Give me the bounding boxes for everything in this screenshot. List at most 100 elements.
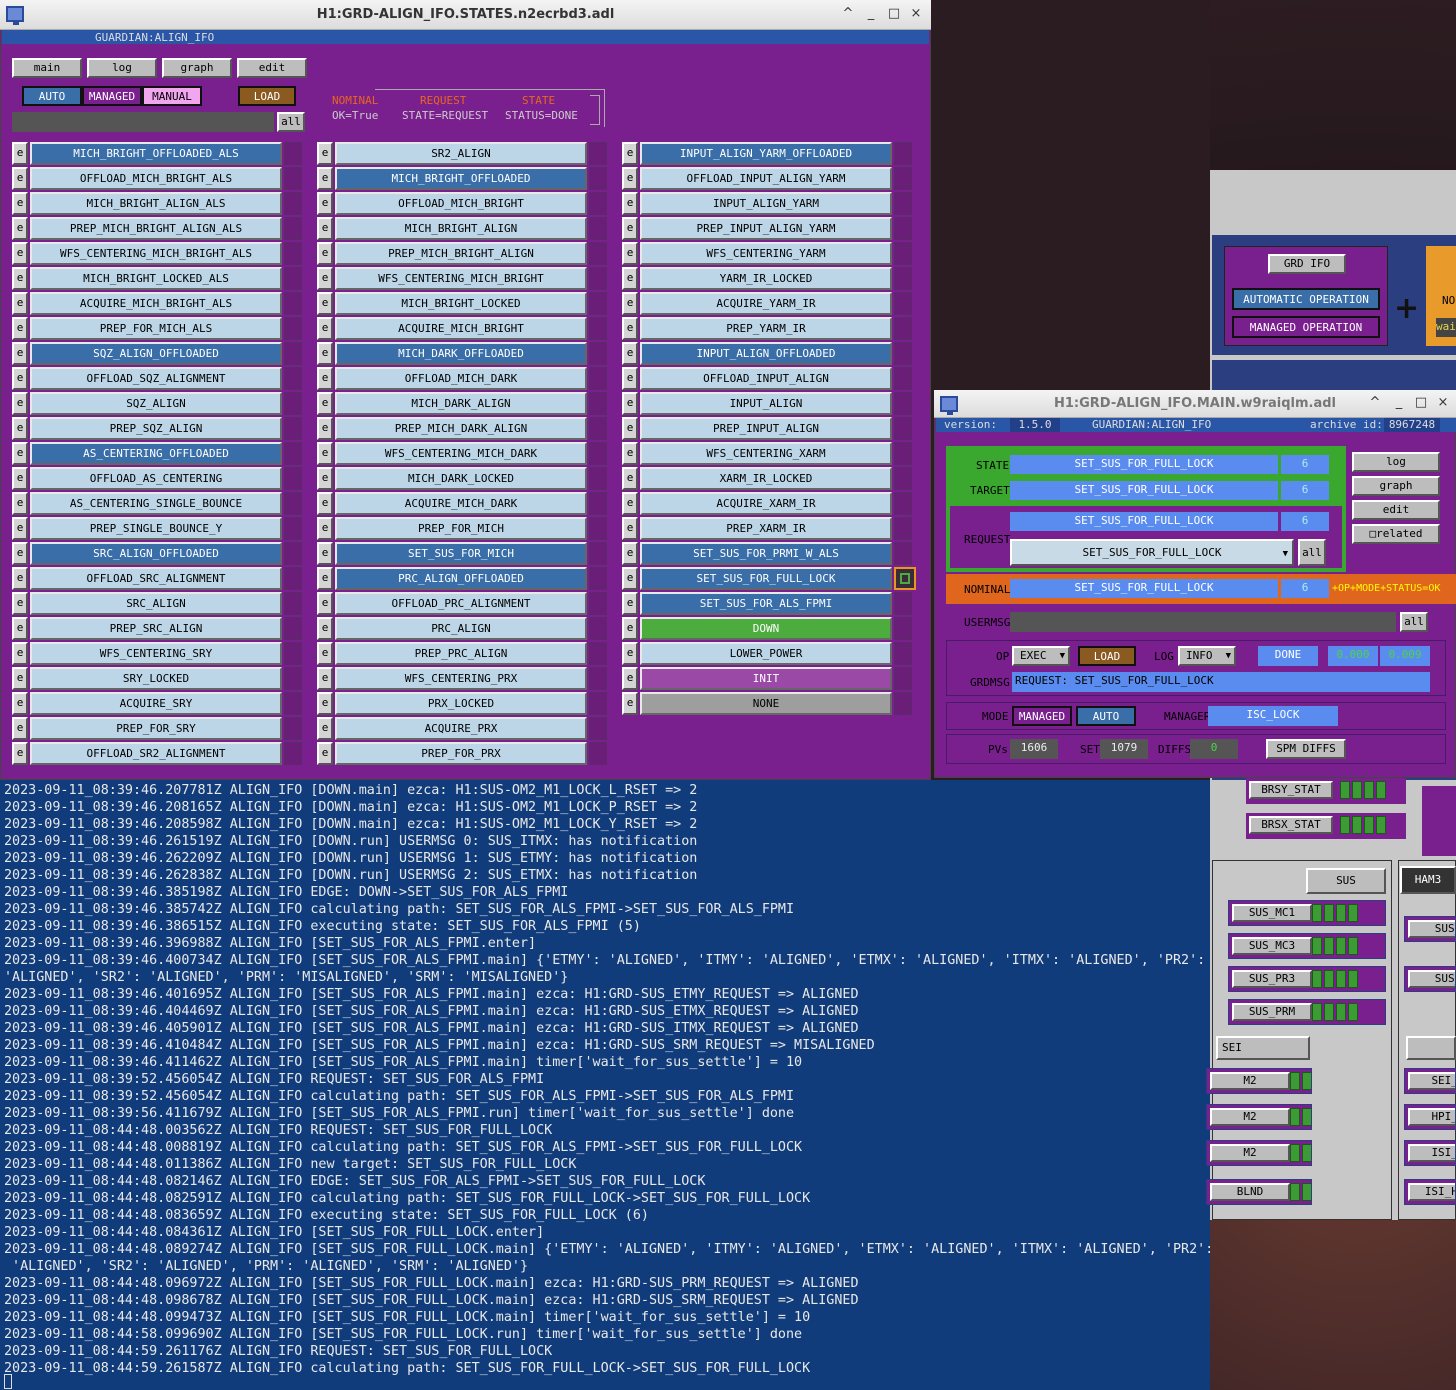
edit-state-button[interactable]: e [12,492,28,515]
state-button[interactable]: OFFLOAD_MICH_BRIGHT_ALS [30,167,282,190]
state-button[interactable]: PREP_MICH_BRIGHT_ALIGN_ALS [30,217,282,240]
sei-h-button[interactable]: SEI_H [1408,1072,1455,1090]
sus-right-2-button[interactable]: SUS_ [1408,970,1455,988]
edit-state-button[interactable]: e [622,367,638,390]
state-button[interactable]: MICH_BRIGHT_OFFLOADED_ALS [30,142,282,165]
request-all-button[interactable]: all [1298,539,1326,566]
edit-state-button[interactable]: e [622,492,638,515]
state-button[interactable]: ACQUIRE_MICH_BRIGHT [335,317,587,340]
edit-state-button[interactable]: e [317,367,333,390]
edit-state-button[interactable]: e [622,167,638,190]
state-button[interactable]: OFFLOAD_MICH_DARK [335,367,587,390]
state-button[interactable]: PREP_FOR_SRY [30,717,282,740]
edit-state-button[interactable]: e [622,467,638,490]
state-button[interactable]: SRC_ALIGN [30,592,282,615]
edit-state-button[interactable]: e [12,342,28,365]
edit-state-button[interactable]: e [622,292,638,315]
log-level-select[interactable]: INFO ▼ [1178,646,1236,666]
state-button[interactable]: PREP_FOR_MICH_ALS [30,317,282,340]
usermsg-all-button[interactable]: all [1400,612,1428,632]
edit-state-button[interactable]: e [622,567,638,590]
edit-state-button[interactable]: e [12,442,28,465]
edit-state-button[interactable]: e [317,567,333,590]
state-button[interactable]: WFS_CENTERING_MICH_BRIGHT_ALS [30,242,282,265]
tab-graph[interactable]: graph [162,58,232,78]
state-button[interactable]: PREP_MICH_BRIGHT_ALIGN [335,242,587,265]
edit-state-button[interactable]: e [12,192,28,215]
edit-state-button[interactable]: e [622,192,638,215]
state-button[interactable]: OFFLOAD_PRC_ALIGNMENT [335,592,587,615]
edit-state-button[interactable]: e [12,717,28,740]
sus-right-1-button[interactable]: SUS_ [1408,920,1455,938]
m2-c-button[interactable]: M2 [1210,1144,1290,1162]
load-button[interactable]: LOAD [238,86,296,106]
close-icon[interactable]: × [1436,396,1450,410]
state-button[interactable]: SET_SUS_FOR_ALS_FPMI [640,592,892,615]
sus-prm-button[interactable]: SUS_PRM [1232,1003,1312,1021]
state-button[interactable]: OFFLOAD_SRC_ALIGNMENT [30,567,282,590]
hpi-h-button[interactable]: HPI_H [1408,1108,1455,1126]
edit-state-button[interactable]: e [317,392,333,415]
isi-ham-button[interactable]: ISI_HAM [1408,1183,1455,1201]
brsx-stat-button[interactable]: BRSX_STAT [1249,816,1333,834]
m2-a-button[interactable]: M2 [1210,1072,1290,1090]
edit-state-button[interactable]: e [12,617,28,640]
edit-state-button[interactable]: e [12,417,28,440]
state-button[interactable]: INIT [640,667,892,690]
state-button[interactable]: MICH_BRIGHT_LOCKED_ALS [30,267,282,290]
op-load-button[interactable]: LOAD [1078,646,1136,666]
all-button[interactable]: all [277,112,305,132]
state-button[interactable]: SR2_ALIGN [335,142,587,165]
state-button[interactable]: AS_CENTERING_SINGLE_BOUNCE [30,492,282,515]
main-edit-button[interactable]: edit [1352,500,1440,520]
minimize-icon[interactable]: _ [1392,396,1406,410]
state-button[interactable]: SQZ_ALIGN_OFFLOADED [30,342,282,365]
state-button[interactable]: PREP_FOR_PRX [335,742,587,765]
edit-state-button[interactable]: e [317,417,333,440]
edit-state-button[interactable]: e [317,742,333,765]
state-button[interactable]: PRC_ALIGN_OFFLOADED [335,567,587,590]
main-related-button[interactable]: □related [1352,524,1440,544]
state-button[interactable]: PREP_INPUT_ALIGN_YARM [640,217,892,240]
mode-managed-button[interactable]: MANAGED [1012,706,1072,726]
state-button[interactable]: OFFLOAD_INPUT_ALIGN [640,367,892,390]
state-button[interactable]: DOWN [640,617,892,640]
state-button[interactable]: ACQUIRE_MICH_DARK [335,492,587,515]
edit-state-button[interactable]: e [622,692,638,715]
main-log-button[interactable]: log [1352,452,1440,472]
edit-state-button[interactable]: e [317,292,333,315]
spm-diffs-button[interactable]: SPM DIFFS [1266,739,1346,759]
edit-state-button[interactable]: e [317,592,333,615]
edit-state-button[interactable]: e [622,592,638,615]
mode-auto-button[interactable]: AUTO [1076,706,1136,726]
main-graph-button[interactable]: graph [1352,476,1440,496]
state-button[interactable]: PREP_PRC_ALIGN [335,642,587,665]
edit-state-button[interactable]: e [12,692,28,715]
state-button[interactable]: MICH_DARK_ALIGN [335,392,587,415]
state-button[interactable]: INPUT_ALIGN [640,392,892,415]
minimize-up-icon[interactable]: ^ [1368,396,1382,410]
tab-main[interactable]: main [12,58,82,78]
edit-state-button[interactable]: e [12,242,28,265]
edit-state-button[interactable]: e [622,142,638,165]
ham3-button[interactable]: HAM3 [1400,866,1456,894]
edit-state-button[interactable]: e [622,442,638,465]
state-button[interactable]: MICH_DARK_OFFLOADED [335,342,587,365]
state-button[interactable]: MICH_DARK_LOCKED [335,467,587,490]
state-button[interactable]: WFS_CENTERING_XARM [640,442,892,465]
edit-state-button[interactable]: e [317,442,333,465]
edit-state-button[interactable]: e [317,517,333,540]
request-filter-input[interactable] [12,112,274,132]
state-button[interactable]: WFS_CENTERING_PRX [335,667,587,690]
state-button[interactable]: SRC_ALIGN_OFFLOADED [30,542,282,565]
tab-log[interactable]: log [87,58,157,78]
edit-state-button[interactable]: e [12,642,28,665]
state-button[interactable]: OFFLOAD_MICH_BRIGHT [335,192,587,215]
edit-state-button[interactable]: e [12,367,28,390]
tab-edit[interactable]: edit [237,58,307,78]
edit-state-button[interactable]: e [317,542,333,565]
edit-state-button[interactable]: e [12,292,28,315]
edit-state-button[interactable]: e [317,492,333,515]
grd-ifo-button[interactable]: GRD IFO [1268,254,1346,274]
minimize-up-icon[interactable]: ^ [841,7,855,21]
